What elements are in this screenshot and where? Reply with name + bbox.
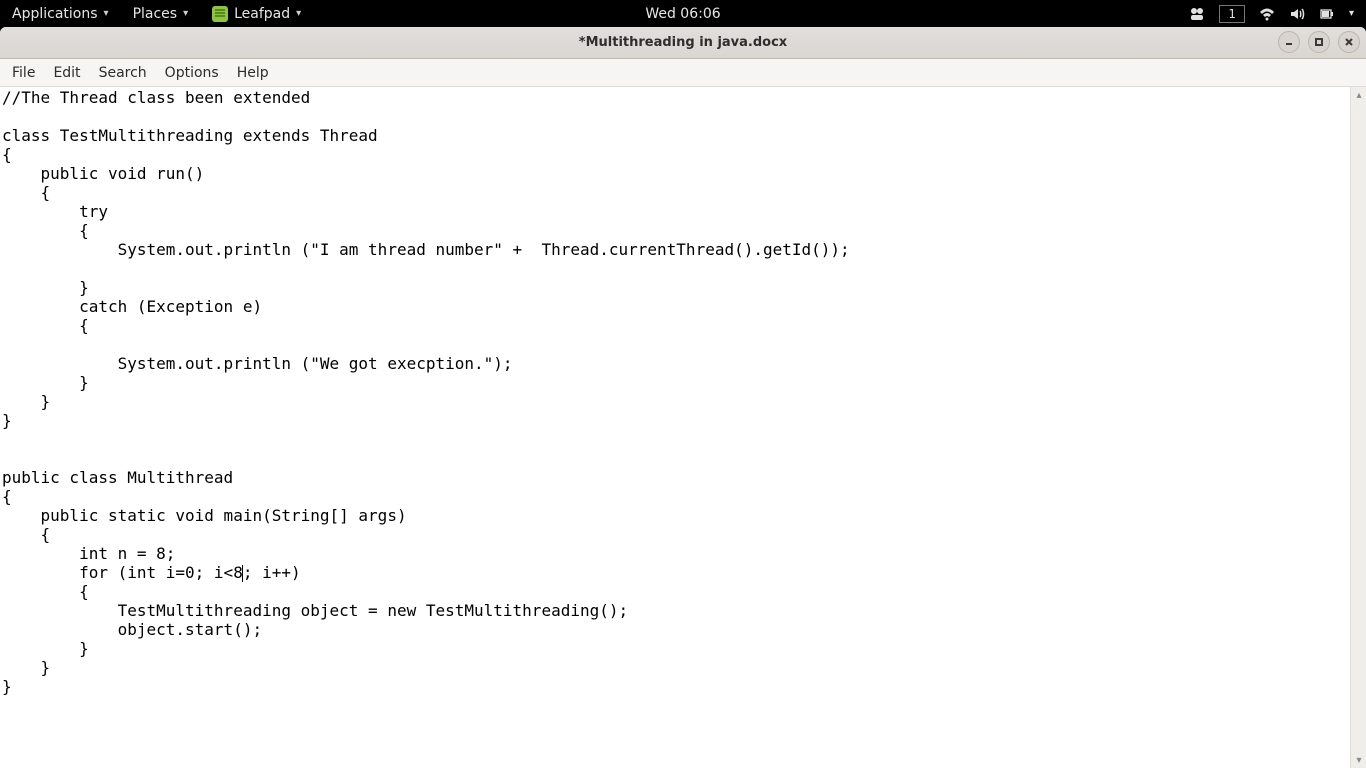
caret-down-icon: ▾ xyxy=(296,8,301,19)
menu-file-label: File xyxy=(12,65,35,81)
menu-help-label: Help xyxy=(237,65,269,81)
caret-down-icon: ▾ xyxy=(104,8,109,19)
workspace-indicator[interactable]: 1 xyxy=(1219,5,1245,23)
clock[interactable]: Wed 06:06 xyxy=(645,0,720,27)
menu-options[interactable]: Options xyxy=(157,63,227,83)
applications-label: Applications xyxy=(12,6,98,22)
editor-area: //The Thread class been extended class T… xyxy=(0,87,1366,768)
applications-menu[interactable]: Applications ▾ xyxy=(12,6,109,22)
system-menu-caret-icon[interactable]: ▾ xyxy=(1349,8,1354,19)
text-editor[interactable]: //The Thread class been extended class T… xyxy=(0,87,1350,768)
panel-left-group: Applications ▾ Places ▾ Leafpad ▾ xyxy=(0,0,301,27)
places-label: Places xyxy=(133,6,178,22)
close-button[interactable] xyxy=(1338,31,1360,53)
window-titlebar[interactable]: *Multithreading in java.docx xyxy=(0,27,1366,59)
scroll-up-arrow-icon[interactable]: ▴ xyxy=(1351,87,1366,103)
accessibility-icon[interactable] xyxy=(1189,6,1205,22)
menu-options-label: Options xyxy=(165,65,219,81)
active-app-indicator[interactable]: Leafpad ▾ xyxy=(212,6,301,22)
menu-search[interactable]: Search xyxy=(91,63,155,83)
workspace-number: 1 xyxy=(1228,7,1236,21)
network-wifi-icon[interactable] xyxy=(1259,6,1275,22)
editor-text-before-cursor: //The Thread class been extended class T… xyxy=(2,88,850,582)
menubar: File Edit Search Options Help xyxy=(0,59,1366,87)
minimize-button[interactable] xyxy=(1278,31,1300,53)
menu-help[interactable]: Help xyxy=(229,63,277,83)
window-title: *Multithreading in java.docx xyxy=(579,35,787,50)
menu-edit-label: Edit xyxy=(53,65,80,81)
active-app-label: Leafpad xyxy=(234,6,290,22)
leafpad-window: *Multithreading in java.docx File Edit S… xyxy=(0,27,1366,768)
scroll-down-arrow-icon[interactable]: ▾ xyxy=(1351,752,1366,768)
desktop-top-panel: Applications ▾ Places ▾ Leafpad ▾ Wed 06… xyxy=(0,0,1366,27)
vertical-scrollbar[interactable]: ▴ ▾ xyxy=(1350,87,1366,768)
leafpad-app-icon xyxy=(212,6,228,22)
menu-edit[interactable]: Edit xyxy=(45,63,88,83)
clock-label: Wed 06:06 xyxy=(645,6,720,22)
maximize-button[interactable] xyxy=(1308,31,1330,53)
menu-search-label: Search xyxy=(99,65,147,81)
volume-icon[interactable] xyxy=(1289,6,1305,22)
places-menu[interactable]: Places ▾ xyxy=(133,6,189,22)
menu-file[interactable]: File xyxy=(4,63,43,83)
battery-icon[interactable] xyxy=(1319,6,1335,22)
window-controls xyxy=(1278,31,1360,53)
editor-text-after-cursor: ; i++) { TestMultithreading object = new… xyxy=(2,563,628,696)
panel-right-group: 1 ▾ xyxy=(1189,0,1366,27)
caret-down-icon: ▾ xyxy=(183,8,188,19)
